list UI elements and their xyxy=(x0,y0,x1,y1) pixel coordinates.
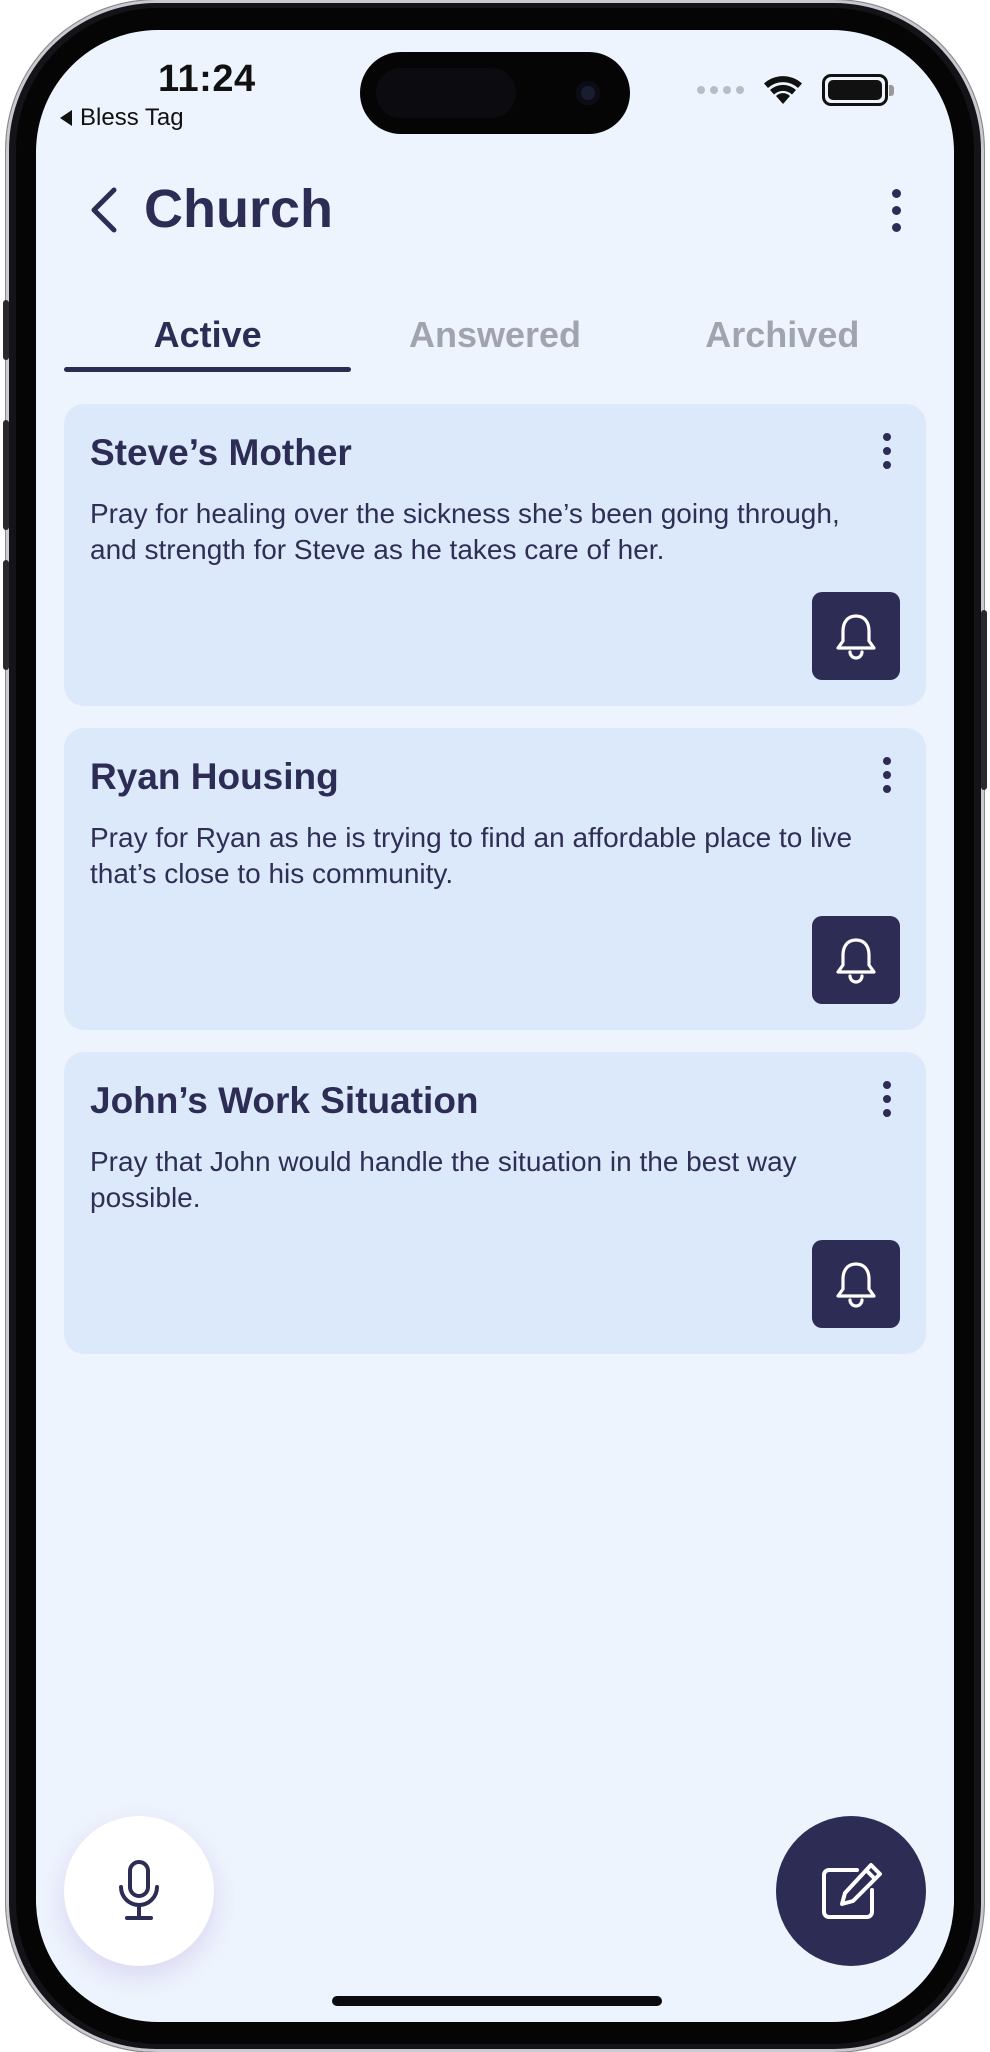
more-options-button[interactable] xyxy=(876,180,916,240)
status-tabs: Active Answered Archived xyxy=(64,302,926,372)
chevron-left-icon xyxy=(91,187,117,233)
new-prayer-button[interactable] xyxy=(776,1816,926,1966)
prayer-options-button[interactable] xyxy=(870,750,904,800)
home-indicator[interactable] xyxy=(332,1996,662,2006)
prayer-text: Pray for healing over the sickness she’s… xyxy=(90,498,840,565)
prayer-card[interactable]: Ryan Housing Pray for Ryan as he is tryi… xyxy=(64,728,926,1030)
edit-note-icon xyxy=(822,1863,882,1919)
wifi-icon xyxy=(764,76,802,104)
battery-icon xyxy=(822,74,894,106)
tab-answered[interactable]: Answered xyxy=(351,302,638,372)
action-button xyxy=(3,300,9,360)
more-vertical-icon xyxy=(883,1081,891,1089)
more-vertical-icon xyxy=(883,757,891,765)
app-screen: 11:24 Bless Tag Church Active Answered A… xyxy=(36,30,954,2022)
camera-icon xyxy=(576,81,600,105)
prayer-card[interactable]: Steve’s Mother Pray for healing over the… xyxy=(64,404,926,706)
prayer-text: Pray that John would handle the situatio… xyxy=(90,1146,797,1213)
bell-icon xyxy=(836,1262,876,1308)
dynamic-island xyxy=(360,52,630,134)
tab-active[interactable]: Active xyxy=(64,302,352,372)
back-button[interactable] xyxy=(76,178,132,242)
status-indicators xyxy=(697,74,894,106)
prayer-options-button[interactable] xyxy=(870,426,904,476)
cellular-signal-icon xyxy=(697,86,744,94)
reminder-button[interactable] xyxy=(812,916,900,1004)
reminder-button[interactable] xyxy=(812,1240,900,1328)
more-vertical-icon xyxy=(891,188,901,198)
prayer-text: Pray for Ryan as he is trying to find an… xyxy=(90,822,853,889)
volume-down-button xyxy=(3,560,9,670)
prayer-list: Steve’s Mother Pray for healing over the… xyxy=(64,404,926,1376)
prayer-card[interactable]: John’s Work Situation Pray that John wou… xyxy=(64,1052,926,1354)
island-sensor xyxy=(376,68,516,118)
bell-icon xyxy=(836,938,876,984)
voice-input-button[interactable] xyxy=(64,1816,214,1966)
prayer-title: Steve’s Mother xyxy=(90,432,352,473)
prayer-title: Ryan Housing xyxy=(90,756,339,797)
prayer-title: John’s Work Situation xyxy=(90,1080,479,1121)
page-title: Church xyxy=(144,179,333,239)
volume-up-button xyxy=(3,420,9,530)
back-app-label: Bless Tag xyxy=(80,104,184,131)
power-button xyxy=(981,610,987,790)
back-triangle-icon xyxy=(60,110,72,126)
bell-icon xyxy=(836,614,876,660)
back-to-app-link[interactable]: Bless Tag xyxy=(60,104,184,132)
status-time: 11:24 xyxy=(158,58,256,100)
prayer-options-button[interactable] xyxy=(870,1074,904,1124)
tab-archived[interactable]: Archived xyxy=(639,302,926,372)
reminder-button[interactable] xyxy=(812,592,900,680)
microphone-icon xyxy=(119,1860,159,1920)
more-vertical-icon xyxy=(883,433,891,441)
